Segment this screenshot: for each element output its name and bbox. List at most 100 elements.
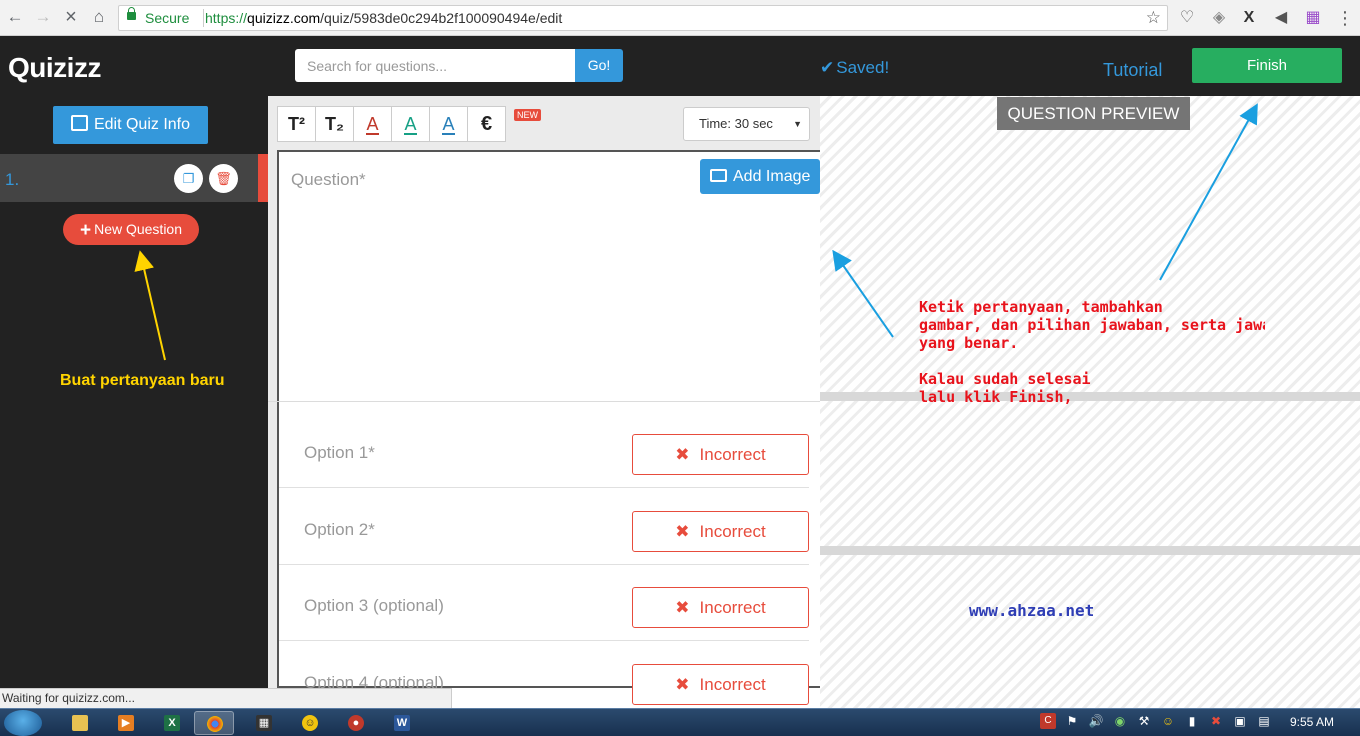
active-indicator: [258, 154, 268, 202]
superscript-button[interactable]: T²: [277, 106, 316, 142]
screen-tool-icon: ▦: [256, 715, 272, 731]
incorrect-toggle-button[interactable]: ✖ Incorrect: [632, 511, 809, 552]
question-list-item[interactable]: 1. ❐ 🗑: [0, 154, 268, 202]
new-question-button[interactable]: + New Question: [63, 214, 199, 245]
question-number: 1.: [5, 170, 20, 189]
option-row: Option 2* ✖ Incorrect: [279, 488, 809, 565]
incorrect-toggle-button[interactable]: ✖ Incorrect: [632, 587, 809, 628]
edit-quiz-info-button[interactable]: Edit Quiz Info: [53, 106, 208, 144]
finish-button[interactable]: Finish: [1192, 48, 1342, 83]
extension-puzzle-icon[interactable]: ▦: [1302, 7, 1324, 29]
subscript-button[interactable]: T₂: [315, 106, 354, 142]
text-color-blue-button[interactable]: A: [429, 106, 468, 142]
add-image-label: Add Image: [733, 168, 811, 185]
secure-label: Secure: [145, 10, 190, 26]
incorrect-toggle-button[interactable]: ✖ Incorrect: [632, 664, 809, 705]
home-icon[interactable]: ⌂: [88, 6, 110, 28]
plus-icon: +: [79, 220, 92, 241]
option-input[interactable]: Option 2*: [304, 520, 375, 540]
taskbar-word[interactable]: W: [382, 711, 422, 735]
x-icon: ✖: [675, 522, 690, 541]
tray-monitor-icon[interactable]: ▣: [1232, 713, 1248, 729]
option-row: Option 1* ✖ Incorrect: [279, 411, 809, 488]
option-input[interactable]: Option 3 (optional): [304, 596, 444, 616]
search-go-button[interactable]: Go!: [575, 49, 623, 82]
taskbar-clock[interactable]: 9:55 AM: [1290, 715, 1334, 729]
signal-icon[interactable]: ▮: [1184, 713, 1200, 729]
taskbar-explorer[interactable]: [60, 711, 100, 735]
tray-emoji-icon[interactable]: ☺: [1160, 713, 1176, 729]
taskbar-screen-tool[interactable]: ▦: [244, 711, 284, 735]
chrome-icon: [207, 716, 223, 732]
note-line: gambar, dan pilihan jawaban, serta jawab…: [919, 316, 1265, 334]
extension-heart-icon[interactable]: ♡: [1176, 7, 1198, 29]
preview-title: QUESTION PREVIEW: [997, 97, 1190, 130]
text-color-green-button[interactable]: A: [391, 106, 430, 142]
network-globe-icon[interactable]: ◉: [1112, 713, 1128, 729]
image-icon: [710, 169, 727, 182]
folder-icon: [72, 715, 88, 731]
annotation-new-question: Buat pertanyaan baru: [60, 372, 225, 389]
saved-status: ✔ Saved!: [820, 58, 889, 78]
duplicate-icon[interactable]: ❐: [174, 164, 203, 193]
url-divider: [203, 9, 204, 27]
preview-divider: [820, 546, 1360, 555]
option-row: Option 3 (optional) ✖ Incorrect: [279, 564, 809, 641]
question-input[interactable]: Question*: [291, 170, 366, 190]
dropdown-caret-icon: ▼: [793, 119, 802, 129]
checkmark-icon: ✔: [820, 58, 835, 77]
extension-x-icon[interactable]: X: [1238, 7, 1260, 29]
quizizz-logo[interactable]: Quizizz: [8, 52, 101, 84]
note-line: lalu klik Finish,: [919, 388, 1073, 406]
tutorial-link[interactable]: Tutorial: [1103, 60, 1162, 81]
tray-clipboard-icon[interactable]: ▤: [1256, 713, 1272, 729]
app-header: Quizizz Go! ✔Saved! Tutorial Finish: [0, 36, 1360, 96]
forward-icon[interactable]: →: [32, 6, 54, 28]
url-text[interactable]: https://quizizz.com/quiz/5983de0c294b2f1…: [205, 10, 562, 26]
tray-app-icon[interactable]: C: [1040, 713, 1056, 729]
taskbar-media-app[interactable]: ●: [336, 711, 376, 735]
edit-icon: [70, 115, 88, 131]
taskbar-chrome[interactable]: [194, 711, 234, 735]
euro-symbol-button[interactable]: €: [467, 106, 506, 142]
tray-pin-icon[interactable]: ⚑: [1064, 713, 1080, 729]
delete-icon[interactable]: 🗑: [209, 164, 238, 193]
x-icon: ✖: [675, 445, 690, 464]
address-bar[interactable]: Secure https://quizizz.com/quiz/5983de0c…: [118, 5, 1168, 31]
tray-tools-icon[interactable]: ⚒: [1136, 713, 1152, 729]
add-image-button[interactable]: Add Image: [700, 159, 820, 194]
time-select-value: Time: 30 sec: [699, 116, 773, 131]
volume-icon[interactable]: 🔊: [1088, 713, 1104, 729]
taskbar-media-player[interactable]: ▶: [106, 711, 146, 735]
word-icon: W: [394, 715, 410, 731]
bookmark-star-icon[interactable]: ☆: [1146, 8, 1161, 28]
text-color-red-button[interactable]: A: [353, 106, 392, 142]
start-button[interactable]: [4, 710, 42, 736]
time-select[interactable]: Time: 30 sec ▼: [683, 107, 810, 141]
note-line: Ketik pertanyaan, tambahkan: [919, 298, 1163, 316]
format-toolbar: T² T₂ A A A €: [277, 106, 506, 142]
note-line: Kalau sudah selesai: [919, 370, 1091, 388]
website-watermark: www.ahzaa.net: [969, 601, 1095, 620]
option-input[interactable]: Option 1*: [304, 443, 375, 463]
back-icon[interactable]: ←: [4, 6, 26, 28]
browser-chrome: ← → × ⌂ Secure https://quizizz.com/quiz/…: [0, 0, 1360, 36]
incorrect-toggle-button[interactable]: ✖ Incorrect: [632, 434, 809, 475]
taskbar-excel[interactable]: X: [152, 711, 192, 735]
question-sidebar: Edit Quiz Info 1. ❐ 🗑 + New Question Buat…: [0, 96, 268, 688]
emoji-icon: ☺: [302, 715, 318, 731]
note-spacer: [919, 352, 1265, 370]
extension-audio-icon[interactable]: ◀: [1270, 7, 1292, 29]
browser-status-bar: Waiting for quizizz.com...: [0, 688, 452, 708]
edit-quiz-info-label: Edit Quiz Info: [93, 116, 191, 133]
chrome-menu-icon[interactable]: ⋮: [1334, 7, 1356, 29]
media-player-icon: ▶: [118, 715, 134, 731]
network-error-icon[interactable]: ✖: [1208, 713, 1224, 729]
instruction-annotation: Ketik pertanyaan, tambahkan gambar, dan …: [919, 298, 1265, 406]
taskbar-emoji-app[interactable]: ☺: [290, 711, 330, 735]
extension-cube-icon[interactable]: ◈: [1208, 7, 1230, 29]
stop-loading-icon[interactable]: ×: [60, 6, 82, 28]
search-input[interactable]: [295, 49, 575, 82]
x-icon: ✖: [675, 598, 690, 617]
note-line: yang benar.: [919, 334, 1019, 352]
